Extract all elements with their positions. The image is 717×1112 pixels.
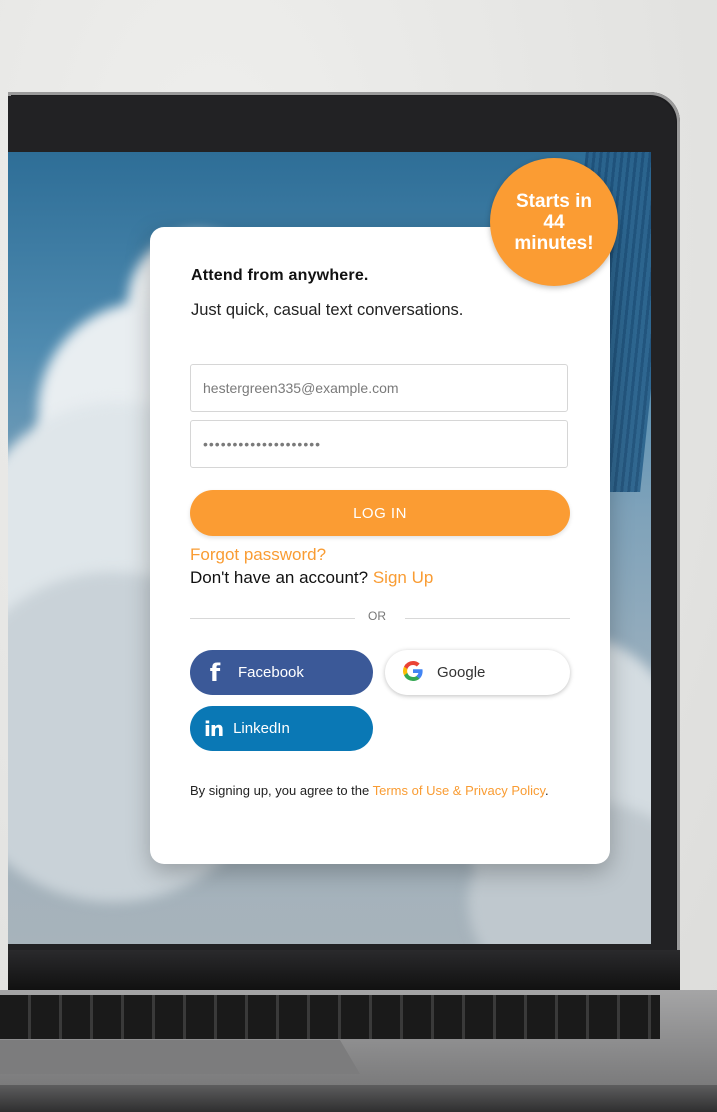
divider-line: [190, 618, 355, 619]
laptop-base-edge: [0, 1085, 717, 1112]
login-button[interactable]: LOG IN: [190, 490, 570, 536]
no-account-text: Don't have an account?: [190, 568, 369, 587]
terms-suffix: .: [545, 783, 549, 798]
facebook-label: Facebook: [238, 664, 304, 681]
badge-line-3: minutes!: [514, 232, 594, 254]
badge-line-2: 44: [543, 211, 565, 233]
password-field[interactable]: [190, 420, 568, 468]
facebook-button[interactable]: f Facebook: [190, 650, 373, 695]
google-label: Google: [437, 664, 486, 681]
signup-link[interactable]: Sign Up: [373, 568, 433, 587]
login-card: Attend from anywhere. Just quick, casual…: [150, 227, 610, 864]
touchpad: [0, 1040, 360, 1074]
linkedin-icon: in: [204, 716, 224, 741]
terms-text: By signing up, you agree to the Terms of…: [190, 780, 570, 802]
badge-line-1: Starts in: [515, 190, 593, 212]
google-icon: [401, 659, 425, 687]
terms-link[interactable]: Terms of Use & Privacy Policy: [373, 783, 545, 798]
laptop-hinge: [8, 950, 680, 990]
keyboard: [0, 995, 660, 1039]
linkedin-button[interactable]: in LinkedIn: [190, 706, 373, 751]
forgot-password-link[interactable]: Forgot password?: [190, 545, 326, 565]
divider-line: [405, 618, 570, 619]
terms-prefix: By signing up, you agree to the: [190, 783, 370, 798]
subheadline: Just quick, casual text conversations.: [191, 301, 464, 319]
headline: Attend from anywhere.: [191, 267, 369, 284]
facebook-icon: f: [209, 658, 221, 687]
countdown-badge: Starts in 44 minutes!: [490, 158, 618, 286]
email-field[interactable]: [190, 364, 568, 412]
google-button[interactable]: Google: [385, 650, 570, 695]
signup-prompt: Don't have an account? Sign Up: [190, 568, 433, 588]
or-divider: OR: [190, 609, 570, 627]
or-text: OR: [368, 609, 386, 623]
linkedin-label: LinkedIn: [233, 720, 290, 737]
